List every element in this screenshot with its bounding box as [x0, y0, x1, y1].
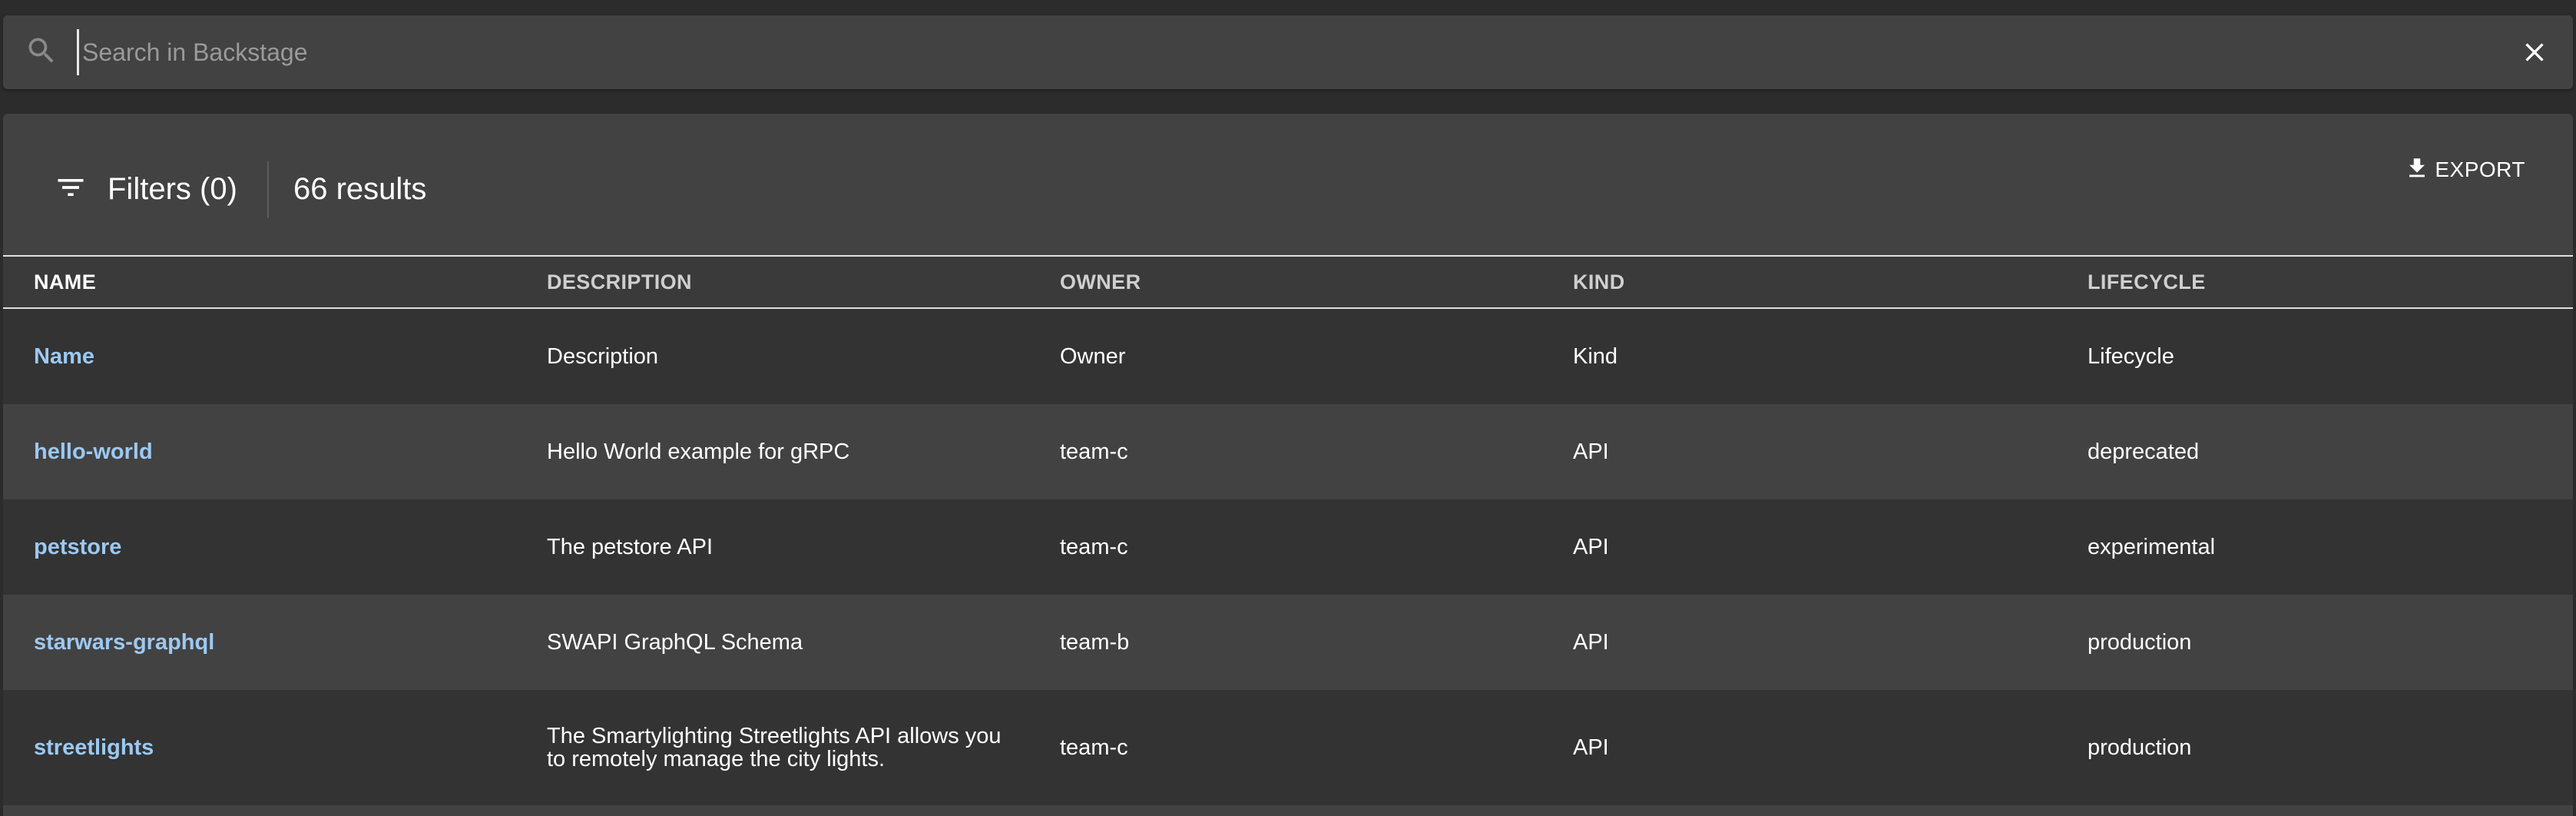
- search-icon: [25, 34, 58, 68]
- row-name-link[interactable]: starwars-graphql: [34, 595, 214, 690]
- row-name-link[interactable]: petstore: [34, 499, 121, 595]
- row-kind: API: [1573, 735, 1609, 760]
- row-lifecycle: production: [2088, 735, 2192, 760]
- table-row: starwars-graphql SWAPI GraphQL Schema te…: [3, 595, 2573, 690]
- row-description: SWAPI GraphQL Schema: [547, 629, 803, 655]
- filters-button[interactable]: Filters (0): [54, 166, 237, 212]
- row-lifecycle: Lifecycle: [2088, 343, 2174, 369]
- column-header-kind[interactable]: KIND: [1573, 257, 1625, 307]
- table-row: petstore The petstore API team-c API exp…: [3, 499, 2573, 595]
- filters-label: Filters (0): [108, 171, 237, 206]
- row-description: The Smartylighting Streetlights API allo…: [547, 724, 1002, 771]
- export-button[interactable]: EXPORT: [2404, 152, 2525, 187]
- row-owner: team-c: [1060, 439, 1128, 464]
- table-bottom-edge: [3, 805, 2573, 816]
- row-description: The petstore API: [547, 534, 714, 559]
- row-kind: API: [1573, 629, 1609, 655]
- entities-table: NAME DESCRIPTION OWNER KIND LIFECYCLE Na…: [3, 255, 2573, 805]
- table-header: NAME DESCRIPTION OWNER KIND LIFECYCLE: [3, 255, 2573, 309]
- search-input[interactable]: [77, 29, 2458, 75]
- close-icon: [2525, 43, 2544, 61]
- results-panel: Filters (0) 66 results EXPORT NAME DESCR…: [3, 114, 2573, 816]
- row-name-link[interactable]: Name: [34, 309, 94, 404]
- toolbar-divider: [267, 161, 269, 218]
- row-owner: Owner: [1060, 343, 1126, 369]
- download-icon: [2404, 155, 2430, 185]
- row-name-link[interactable]: streetlights: [34, 690, 154, 805]
- column-header-description[interactable]: DESCRIPTION: [547, 257, 692, 307]
- table-row: streetlights The Smartylighting Streetli…: [3, 690, 2573, 805]
- row-kind: API: [1573, 439, 1609, 464]
- row-lifecycle: experimental: [2088, 534, 2216, 559]
- row-kind: API: [1573, 534, 1609, 559]
- table-toolbar: Filters (0) 66 results EXPORT: [3, 114, 2573, 255]
- row-name-link[interactable]: hello-world: [34, 404, 153, 499]
- row-lifecycle: production: [2088, 629, 2192, 655]
- row-description: Hello World example for gRPC: [547, 439, 850, 464]
- search-bar: [3, 15, 2573, 89]
- column-header-name[interactable]: NAME: [34, 257, 96, 307]
- clear-search-button[interactable]: [2516, 34, 2553, 71]
- row-description: Description: [547, 343, 659, 369]
- row-kind: Kind: [1573, 343, 1618, 369]
- export-label: EXPORT: [2435, 158, 2525, 181]
- row-description-cell: The Smartylighting Streetlights API allo…: [547, 690, 1008, 805]
- row-owner: team-c: [1060, 735, 1128, 760]
- row-lifecycle: deprecated: [2088, 439, 2200, 464]
- column-header-owner[interactable]: OWNER: [1060, 257, 1141, 307]
- row-owner: team-b: [1060, 629, 1130, 655]
- table-row: Name Description Owner Kind Lifecycle: [3, 309, 2573, 404]
- row-owner: team-c: [1060, 534, 1128, 559]
- table-row: hello-world Hello World example for gRPC…: [3, 404, 2573, 499]
- results-count: 66 results: [293, 172, 427, 206]
- filter-list-icon: [54, 171, 88, 208]
- column-header-lifecycle[interactable]: LIFECYCLE: [2088, 257, 2206, 307]
